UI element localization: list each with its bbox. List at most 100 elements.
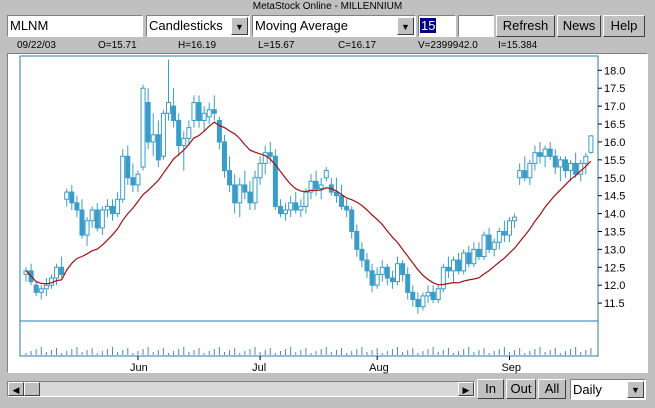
candle-body <box>232 184 238 204</box>
candle-body <box>201 112 207 121</box>
candle-body <box>354 230 360 250</box>
candle-body <box>74 202 80 211</box>
y-tick-label: 12.5 <box>604 262 625 274</box>
x-tick-label: Aug <box>369 362 389 374</box>
candle-body <box>155 134 161 161</box>
candle-body <box>237 184 243 204</box>
zoom-out-button[interactable]: Out <box>506 379 536 399</box>
chart-type-select[interactable]: Candlesticks ▼ <box>146 15 250 37</box>
zoom-all-button[interactable]: All <box>538 379 566 399</box>
candle-body <box>542 148 548 157</box>
candle-body <box>400 263 406 275</box>
candle-body <box>43 284 49 290</box>
candle-body <box>120 155 126 200</box>
candle-body <box>461 252 467 272</box>
candle-body <box>267 152 273 157</box>
candle-body <box>395 263 401 283</box>
candle-body <box>211 109 217 114</box>
chart-area[interactable]: 11.5 12.0 12.5 13.0 13.5 14.0 14.5 15.0 15.5 16.0… <box>7 53 648 374</box>
period-input[interactable]: 15 <box>418 15 456 37</box>
candle-body <box>257 162 263 179</box>
scroll-right-icon[interactable]: ▶ <box>458 382 474 396</box>
candle-body <box>512 216 518 222</box>
candle-body <box>145 102 151 143</box>
candle-body <box>283 209 289 215</box>
quote-low: L=15.67 <box>258 40 295 51</box>
y-tick-label: 17.5 <box>604 83 625 95</box>
candle-body <box>160 112 166 157</box>
candle-body <box>115 198 121 215</box>
candle-body <box>532 152 538 164</box>
chevron-down-icon[interactable]: ▼ <box>397 17 414 35</box>
quote-high: H=16.19 <box>178 40 217 51</box>
candle-body <box>84 220 90 236</box>
indicator-value: Moving Average <box>255 18 348 33</box>
candle-body <box>150 134 156 143</box>
candle-body <box>252 177 258 204</box>
candle-body <box>181 137 187 147</box>
candle-body <box>557 159 563 168</box>
candle-body <box>54 266 60 279</box>
x-tick-label: Jun <box>130 362 148 374</box>
candle-body <box>130 177 136 186</box>
zoom-in-button[interactable]: In <box>477 379 504 399</box>
symbol-input[interactable]: MLNM <box>7 15 143 37</box>
candle-body <box>415 299 421 308</box>
interval-select[interactable]: Daily ▼ <box>570 379 646 400</box>
extra-input[interactable] <box>458 15 494 37</box>
horizontal-scrollbar[interactable]: ◀ ▶ <box>7 381 475 397</box>
moving-average-line <box>25 121 592 286</box>
candle-body <box>486 234 492 250</box>
candle-body <box>206 109 212 118</box>
x-tick-label: Sep <box>501 362 521 374</box>
refresh-button[interactable]: Refresh <box>496 15 555 37</box>
candle-body <box>440 266 446 290</box>
candle-body <box>293 202 299 211</box>
chevron-down-icon[interactable]: ▼ <box>627 381 644 398</box>
candle-body <box>166 102 171 114</box>
candle-body <box>38 288 44 293</box>
quote-date: 09/22/03 <box>17 40 56 51</box>
quote-open: O=15.71 <box>98 40 137 51</box>
candle-body <box>288 202 294 211</box>
candle-body <box>64 191 70 200</box>
candle-body <box>140 87 146 168</box>
candle-body <box>262 152 268 164</box>
candle-body <box>318 184 324 189</box>
scroll-thumb[interactable] <box>24 382 40 396</box>
help-button[interactable]: Help <box>603 15 645 37</box>
candle-body <box>369 270 375 286</box>
scroll-left-icon[interactable]: ◀ <box>8 382 24 396</box>
candle-body <box>420 295 426 308</box>
candle-body <box>69 191 75 204</box>
candle-body <box>313 180 319 189</box>
candle-body <box>583 155 589 164</box>
candle-body <box>384 266 390 279</box>
quote-close: C=16.17 <box>338 40 377 51</box>
candle-body <box>573 162 579 175</box>
candle-body <box>359 248 365 261</box>
candle-body <box>99 209 105 229</box>
candle-body <box>445 266 451 272</box>
y-tick-label: 11.5 <box>604 298 625 310</box>
candle-body <box>303 191 309 207</box>
candle-body <box>221 141 227 172</box>
chart-type-value: Candlesticks <box>149 18 223 33</box>
candle-body <box>110 205 116 215</box>
candle-body <box>344 205 350 211</box>
candle-body <box>451 259 456 272</box>
candle-body <box>135 173 141 186</box>
indicator-select[interactable]: Moving Average ▼ <box>252 15 416 37</box>
candle-body <box>517 170 523 179</box>
y-tick-label: 12.0 <box>604 280 625 292</box>
candle-body <box>374 273 380 286</box>
chevron-down-icon[interactable]: ▼ <box>231 17 248 35</box>
candle-body <box>176 119 182 147</box>
candle-body <box>471 248 477 265</box>
candle-body <box>216 119 222 143</box>
period-value: 15 <box>420 18 437 33</box>
candle-body <box>323 170 329 179</box>
y-tick-label: 16.5 <box>604 119 625 131</box>
candle-body <box>410 291 416 301</box>
news-button[interactable]: News <box>557 15 601 37</box>
